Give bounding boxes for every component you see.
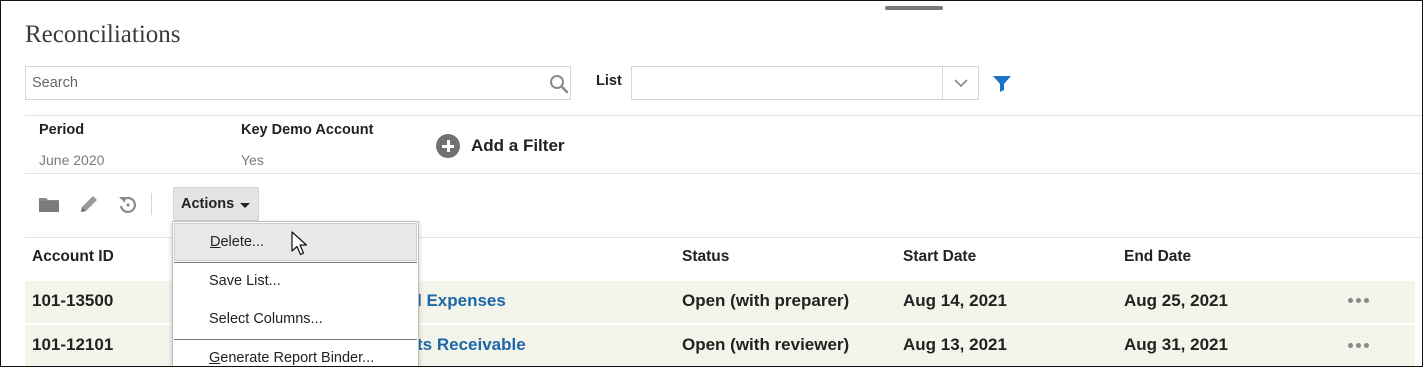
divider: [25, 115, 1422, 116]
refresh-icon[interactable]: [116, 192, 140, 216]
chevron-down-icon: [954, 79, 968, 88]
cell-status: Open (with preparer): [682, 291, 850, 310]
more-horizontal-icon[interactable]: [1348, 343, 1372, 349]
menu-item-label: Generate Report Binder...: [209, 350, 375, 366]
cell-account-id: 101-13500: [32, 291, 114, 310]
actions-button[interactable]: Actions: [173, 187, 259, 221]
app-window: Reconciliations List Period June 2020 Ke…: [0, 0, 1423, 367]
filter-key-demo-value[interactable]: Yes: [241, 152, 264, 168]
filter-period-value[interactable]: June 2020: [39, 152, 104, 168]
actions-label: Actions: [181, 196, 235, 212]
cell-status: Open (with reviewer): [682, 335, 850, 354]
menu-item-select-columns[interactable]: Select Columns...: [174, 301, 417, 339]
filter-key-demo-label: Key Demo Account: [241, 122, 374, 138]
cell-end-date: Aug 25, 2021: [1124, 291, 1228, 310]
column-header-status[interactable]: Status: [682, 248, 729, 266]
list-dropdown-button[interactable]: [942, 67, 978, 99]
cell-account-name-link[interactable]: ts Receivable: [417, 335, 526, 355]
column-header-start-date[interactable]: Start Date: [903, 248, 976, 266]
add-filter-label: Add a Filter: [471, 136, 565, 155]
menu-item-label: Select Columns...: [209, 311, 323, 327]
menu-item-label: Delete...: [210, 234, 265, 250]
search-field[interactable]: [25, 66, 571, 100]
cell-account-name-link[interactable]: l Expenses: [417, 291, 506, 311]
search-input[interactable]: [32, 67, 542, 99]
column-header-account-id[interactable]: Account ID: [32, 248, 114, 266]
list-select[interactable]: [631, 66, 979, 100]
divider: [25, 173, 1422, 174]
pencil-icon[interactable]: [77, 192, 101, 216]
menu-item-generate-report-binder[interactable]: Generate Report Binder...: [174, 340, 417, 366]
caret-down-icon: [240, 202, 251, 208]
drag-handle[interactable]: [885, 6, 943, 10]
add-filter-button[interactable]: Add a Filter: [436, 133, 565, 159]
filter-period-label: Period: [39, 122, 85, 138]
search-icon[interactable]: [548, 73, 570, 95]
page-title: Reconciliations: [25, 21, 181, 48]
plus-circle-icon: [436, 134, 460, 158]
list-label: List: [596, 73, 622, 89]
mouse-pointer-icon: [291, 231, 308, 256]
funnel-icon[interactable]: [991, 73, 1013, 93]
more-horizontal-icon[interactable]: [1348, 298, 1372, 304]
cell-end-date: Aug 31, 2021: [1124, 335, 1228, 354]
toolbar-separator: [151, 193, 152, 215]
cell-account-id: 101-12101: [32, 335, 114, 354]
folder-icon[interactable]: [37, 192, 61, 216]
menu-item-save-list[interactable]: Save List...: [174, 263, 417, 301]
cell-start-date: Aug 13, 2021: [903, 335, 1007, 354]
column-header-end-date[interactable]: End Date: [1124, 248, 1191, 266]
menu-item-label: Save List...: [209, 273, 281, 289]
cell-start-date: Aug 14, 2021: [903, 291, 1007, 310]
